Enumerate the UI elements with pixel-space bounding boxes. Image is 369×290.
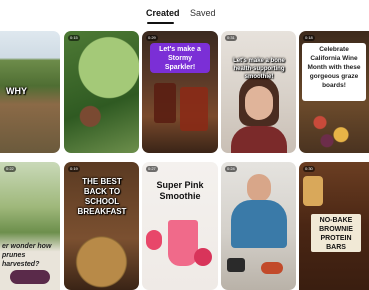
video-duration-badge: 0:30 xyxy=(303,166,315,172)
video-duration-badge: 0:27 xyxy=(146,166,158,172)
video-duration-badge: 0:29 xyxy=(146,35,158,41)
pin-plum-tree[interactable]: 0:15 xyxy=(64,31,139,153)
pin-caption: NO-BAKE BROWNIE PROTEIN BARS xyxy=(319,217,353,251)
tab-created[interactable]: Created xyxy=(146,8,180,18)
pin-stormy-sparkler[interactable]: 0:29 Let's make a Stormy Sparkler! xyxy=(142,31,218,153)
video-duration-badge: 0:19 xyxy=(68,166,80,172)
pin-chef-video[interactable]: 0:24 xyxy=(221,162,296,290)
drink-glass xyxy=(180,87,208,131)
video-duration-badge: 0:22 xyxy=(4,166,16,172)
pin-caption: Let's make a Stormy Sparkler! xyxy=(159,46,201,71)
tab-saved[interactable]: Saved xyxy=(190,8,216,18)
pin-caption: er wonder how prunes harvested? xyxy=(2,243,52,268)
fruit xyxy=(146,230,162,250)
fruit xyxy=(194,248,212,266)
person-face xyxy=(247,174,271,202)
pin-caption: Let's make a bone health-supporting smoo… xyxy=(233,58,285,80)
person-shirt xyxy=(231,200,287,248)
active-tab-indicator xyxy=(147,22,174,24)
pin-bone-smoothie[interactable]: 0:31 Let's make a bone health-supporting… xyxy=(221,31,296,153)
bowl xyxy=(261,262,283,274)
video-duration-badge: 0:24 xyxy=(225,166,237,172)
pin-graze-boards[interactable]: 0:18 Celebrate California Wine Month wit… xyxy=(299,31,369,153)
pin-caption: THE BEST BACK TO SCHOOL BREAKFAST xyxy=(77,177,127,216)
pin-prunes-harvest[interactable]: 0:22 er wonder how prunes harvested? xyxy=(0,162,60,290)
pin-back-to-school[interactable]: 0:19 THE BEST BACK TO SCHOOL BREAKFAST xyxy=(64,162,139,290)
pin-caption: Celebrate California Wine Month with the… xyxy=(307,46,361,89)
bowl xyxy=(227,258,245,272)
video-duration-badge: 0:18 xyxy=(303,35,315,41)
drink-glass xyxy=(154,83,176,123)
pin-caption: Super Pink Smoothie xyxy=(156,180,204,201)
video-duration-badge: 0:31 xyxy=(225,35,237,41)
profile-tabs: Created Saved xyxy=(0,8,369,32)
prunes-image xyxy=(10,270,50,284)
video-duration-badge: 0:15 xyxy=(68,35,80,41)
person-top xyxy=(231,126,287,153)
jar xyxy=(303,176,323,206)
person-face xyxy=(245,86,273,120)
pin-pink-smoothie[interactable]: 0:27 Super Pink Smoothie xyxy=(142,162,218,290)
pin-orchard[interactable]: WHY xyxy=(0,31,60,153)
pin-brownie-bars[interactable]: 0:30 NO-BAKE BROWNIE PROTEIN BARS xyxy=(299,162,369,290)
pin-caption: WHY xyxy=(6,86,27,96)
